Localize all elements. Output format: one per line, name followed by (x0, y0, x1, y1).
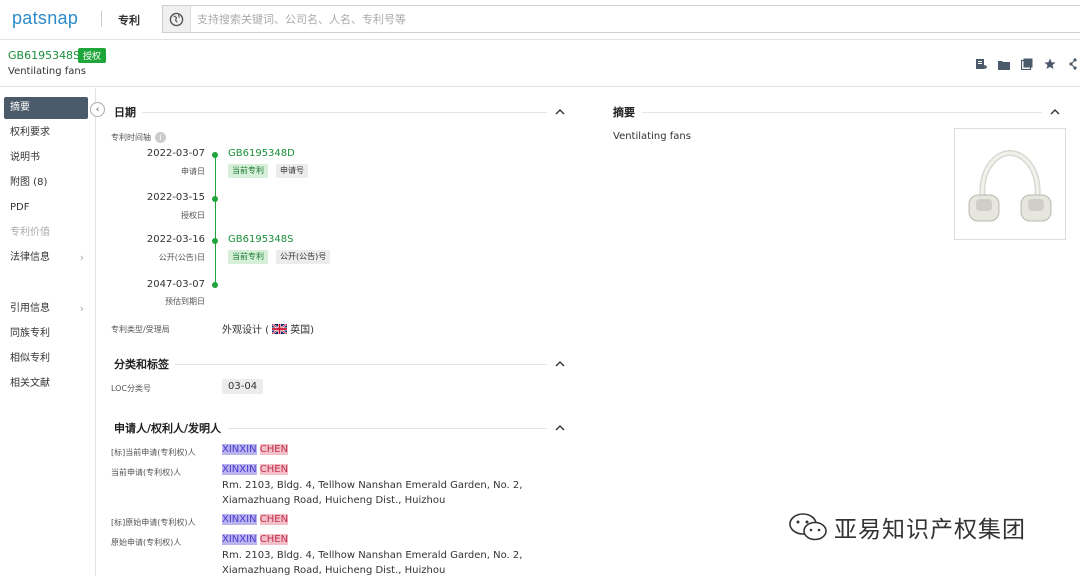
collapse-caret-icon[interactable] (555, 423, 565, 433)
info-icon[interactable]: i (155, 132, 166, 143)
collapse-sidebar-icon[interactable]: ‹ (90, 102, 105, 117)
collapse-caret-icon[interactable] (1050, 107, 1060, 117)
timeline-dot (212, 238, 218, 244)
application-number-link[interactable]: GB6195348D (228, 148, 295, 159)
watermark-text: 亚易知识产权集团 (834, 517, 1026, 543)
chevron-right-icon: › (79, 251, 84, 264)
applicant-address: Rm. 2103, Bldg. 4, Tellhow Nanshan Emera… (222, 480, 523, 506)
patent-drawing-thumbnail[interactable] (954, 128, 1066, 240)
search-input[interactable] (197, 6, 1067, 32)
sidebar-item-legal-info[interactable]: 法律信息 › (4, 247, 88, 269)
globe-icon[interactable] (163, 6, 191, 32)
patent-type-label: 专利类型/受理局 (111, 325, 170, 334)
tag-application-number: 申请号 (276, 164, 308, 178)
applicant-label: 原始申请(专利权)人 (111, 538, 182, 547)
expiry-date: 2047-03-07 (146, 279, 205, 290)
top-bar: patsnap 专利 (0, 0, 1080, 40)
divider (642, 112, 1042, 113)
patsnap-logo[interactable]: patsnap (12, 8, 78, 29)
applicant-address: Rm. 2103, Bldg. 4, Tellhow Nanshan Emera… (222, 550, 523, 576)
abstract-text: Ventilating fans (613, 131, 691, 142)
loc-value[interactable]: 03-04 (222, 379, 264, 394)
toolbar (973, 57, 1080, 71)
timeline-label: 专利时间轴 i (111, 132, 166, 143)
sidebar-item-similar[interactable]: 相似专利 (4, 348, 88, 370)
sidebar-item-drawings[interactable]: 附图 (8) (4, 172, 88, 194)
sidebar-item-description[interactable]: 说明书 (4, 147, 88, 169)
collapse-caret-icon[interactable] (555, 107, 565, 117)
publication-number-link[interactable]: GB6195348S (228, 234, 294, 245)
timeline-line (215, 154, 216, 285)
timeline-dot (212, 152, 218, 158)
sidebar-item-pdf[interactable]: PDF (4, 197, 88, 219)
section-title-dates: 日期 (114, 106, 136, 119)
neck-fan-image (968, 149, 1052, 222)
divider (175, 364, 547, 365)
tag-current-patent: 当前专利 (228, 250, 268, 264)
wechat-icon (789, 513, 827, 541)
sidebar-item-related-docs[interactable]: 相关文献 (4, 373, 88, 395)
collapse-caret-icon[interactable] (555, 359, 565, 369)
sidebar-item-family[interactable]: 同族专利 (4, 323, 88, 345)
uk-flag-icon (272, 323, 288, 334)
grant-date: 2022-03-15 (146, 192, 205, 203)
application-date: 2022-03-07 (146, 148, 205, 159)
tag-publication-number: 公开(公告)号 (276, 250, 331, 264)
star-icon[interactable] (1042, 57, 1057, 71)
section-title-applicants: 申请人/权利人/发明人 (114, 422, 222, 435)
applicant-name[interactable]: XINXIN CHEN (222, 444, 289, 455)
chevron-right-icon: › (79, 302, 84, 315)
patent-number: GB6195348S (8, 49, 81, 62)
divider (142, 112, 547, 113)
sidebar-item-citations[interactable]: 引用信息 › (4, 298, 88, 320)
loc-label: LOC分类号 (111, 384, 152, 393)
expiry-date-label: 预估到期日 (165, 297, 205, 306)
applicant-label: [标]原始申请(专利权)人 (111, 518, 196, 527)
share-icon[interactable] (1065, 57, 1080, 71)
sidebar-item-abstract[interactable]: 摘要 (4, 97, 88, 119)
add-note-icon[interactable] (973, 57, 988, 71)
application-date-label: 申请日 (181, 167, 205, 176)
sidebar: 摘要 权利要求 说明书 附图 (8) PDF 专利价值 法律信息 › 引用信息 › … (0, 88, 96, 576)
patent-type-value: 外观设计 ( 英国) (222, 323, 314, 336)
sidebar-item-patent-value: 专利价值 (10, 227, 50, 238)
search-box (162, 5, 1080, 33)
applicant-name[interactable]: XINXIN CHEN (222, 514, 289, 525)
divider (228, 428, 547, 429)
section-title-classification: 分类和标签 (114, 358, 169, 371)
applicant-label: 当前申请(专利权)人 (111, 468, 182, 477)
timeline-dot (212, 282, 218, 288)
folder-icon[interactable] (996, 57, 1011, 71)
watermark: 亚易知识产权集团 (788, 510, 1026, 544)
module-selector[interactable]: 专利 (118, 12, 140, 28)
applicant-name[interactable]: XINXIN CHEN (222, 534, 289, 545)
divider (101, 11, 102, 27)
applicant-label: [标]当前申请(专利权)人 (111, 448, 196, 457)
publication-date: 2022-03-16 (146, 234, 205, 245)
status-badge: 授权 (78, 48, 107, 63)
patent-title: Ventilating fans (8, 66, 86, 77)
timeline-dot (212, 196, 218, 202)
applicant-name[interactable]: XINXIN CHEN (222, 464, 289, 475)
section-title-abstract: 摘要 (613, 106, 635, 119)
sidebar-item-claims[interactable]: 权利要求 (4, 122, 88, 144)
tag-current-patent: 当前专利 (228, 164, 268, 178)
publication-date-label: 公开(公告)日 (158, 253, 205, 262)
grant-date-label: 授权日 (181, 211, 205, 220)
patent-header: GB6195348S 授权 Ventilating fans (0, 40, 1080, 87)
copy-icon[interactable] (1019, 57, 1034, 71)
